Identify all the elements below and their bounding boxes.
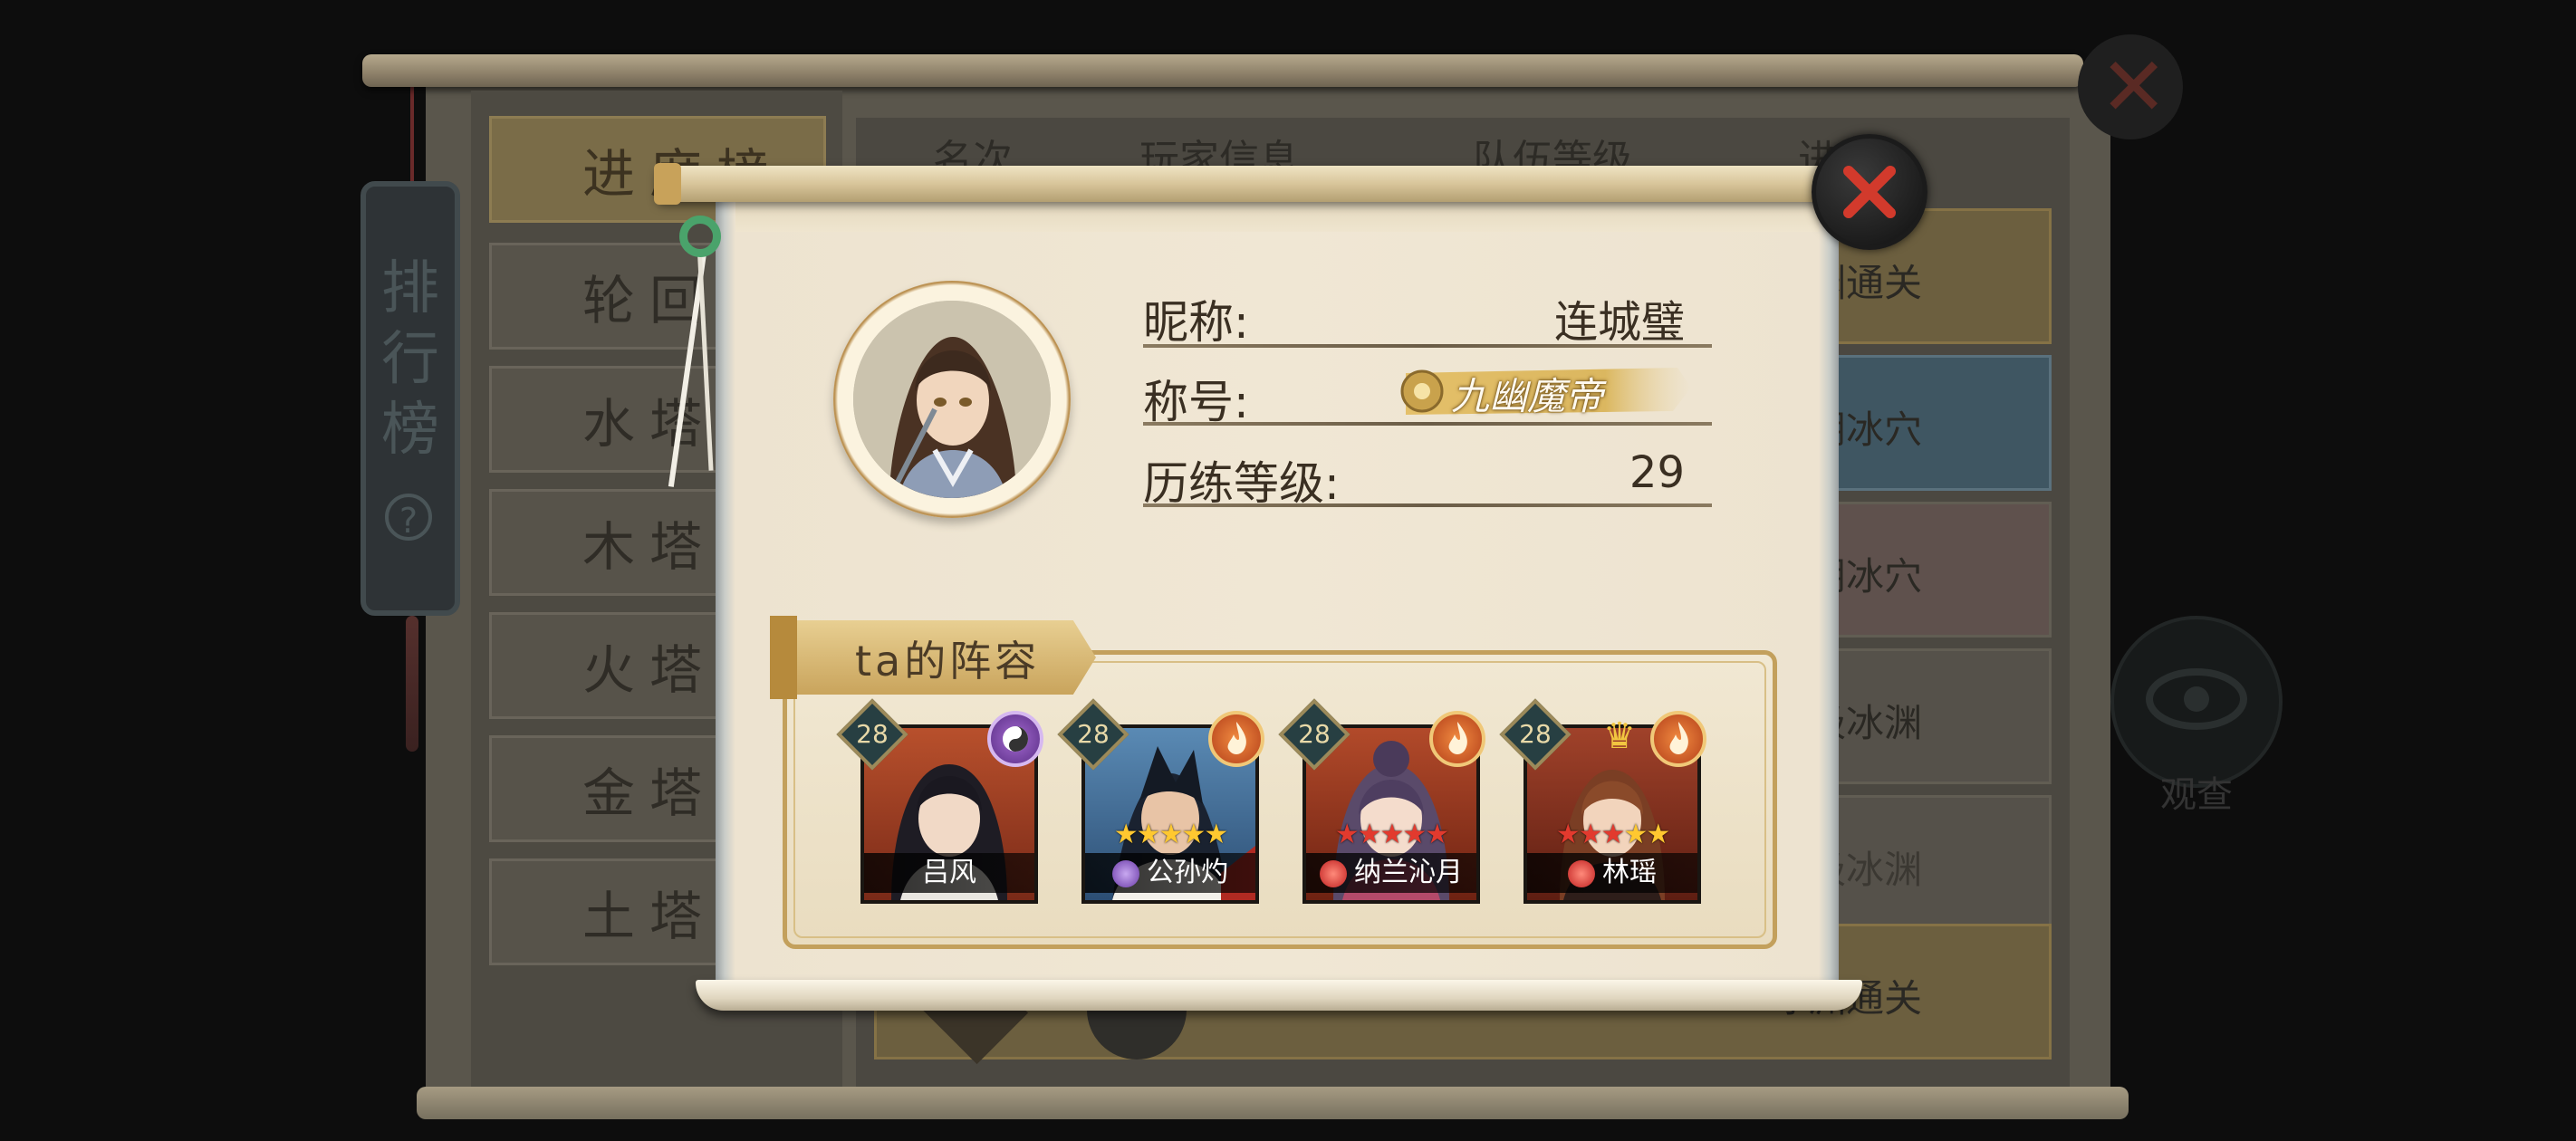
hero-name: 公孙灼 [1147,857,1228,888]
hero-level: 28 [1077,719,1110,749]
dialog-scroll-rod-top [657,166,1830,202]
dialog-close-button[interactable] [1812,134,1927,250]
fire-icon [1208,711,1264,767]
avatar [853,301,1051,498]
red-alert-icon [1320,859,1347,887]
hero-name-plate: 纳兰沁月 [1306,853,1476,893]
hero-stars: ★★★★★ [1555,819,1670,850]
divider [1143,422,1712,426]
view-button[interactable] [2110,616,2283,788]
hero-level: 28 [1298,719,1331,749]
purple-swirl-icon [1112,859,1139,887]
nickname-label: 昵称: [1143,296,1249,349]
help-icon[interactable]: ? [385,494,432,541]
dialog-paper-top-shade [735,201,1819,232]
fire-icon [1650,711,1706,767]
dialog-scroll-rod-bottom [696,980,1862,1011]
divider [1143,503,1712,507]
crown-icon: ♛ [1603,715,1636,757]
red-alert-icon [1568,859,1595,887]
nickname-value: 连城璧 [1553,297,1685,348]
lineup-title: ta的阵容 [855,637,1041,686]
background-scroll-rod-top [362,54,2083,87]
hero-name-plate: 公孙灼 [1085,853,1255,893]
eye-icon [2146,668,2247,730]
view-button-label: 观查 [2160,774,2233,816]
jade-ring-icon [679,216,721,257]
fire-icon [1429,711,1485,767]
title-badge: 九幽魔帝 [1388,360,1696,420]
hero-level: 28 [856,719,889,749]
dialog-scroll-rod-cap [654,163,681,205]
level-value: 29 [1629,447,1685,498]
hero-level: 28 [1519,719,1552,749]
hero-name: 纳兰沁月 [1354,857,1463,888]
background-scroll-rod-bottom [417,1087,2129,1119]
hero-name: 吕风 [922,857,976,888]
close-icon [1843,166,1896,218]
hero-name-plate: 林瑶 [1527,853,1697,893]
banner-tassel [406,616,418,752]
hero-name-plate: 吕风 [864,853,1034,893]
hero-stars: ★★★★★ [1113,819,1228,850]
leaderboard-banner-title: 排行榜 [381,255,439,464]
hero-name: 林瑶 [1602,857,1657,888]
close-icon: ✕ [2100,40,2168,135]
yin-yang-icon [987,711,1043,767]
background-close-button[interactable]: ✕ [2078,34,2183,139]
hero-stars: ★★★★★ [1334,819,1449,850]
lineup-title-tag-cap [770,616,797,699]
divider [1143,344,1712,348]
title-badge-text: 九幽魔帝 [1451,374,1604,418]
